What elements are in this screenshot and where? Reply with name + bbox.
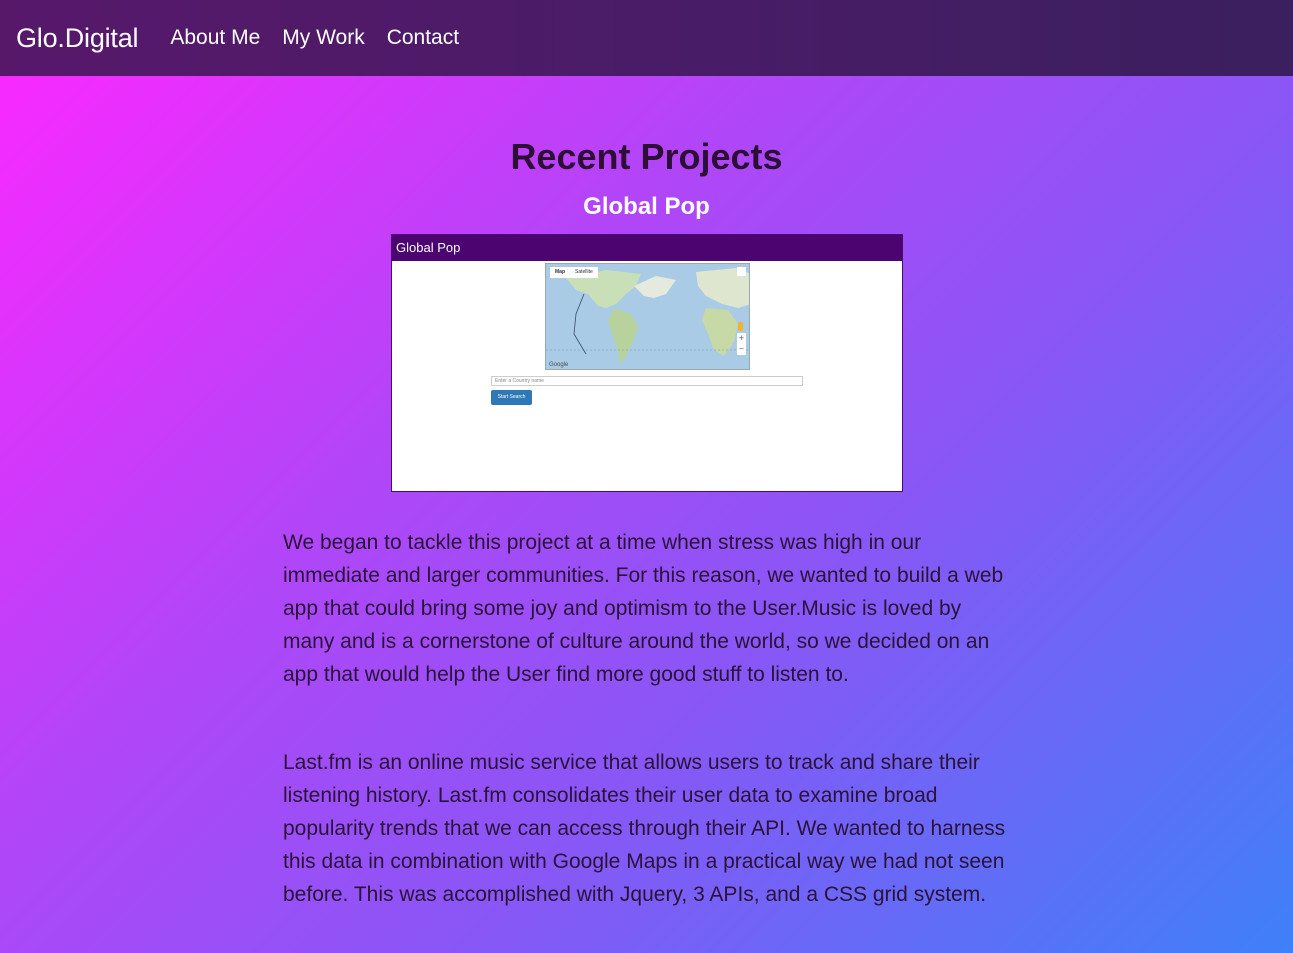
- map-tab-map: Map: [555, 269, 565, 275]
- screenshot-start-search-button: Start Search: [491, 390, 532, 405]
- page-title: Recent Projects: [510, 136, 783, 177]
- project-description-paragraph-1: We began to tackle this project at a tim…: [283, 531, 1004, 686]
- nav-link-my-work[interactable]: My Work: [282, 26, 364, 50]
- fullscreen-icon: [737, 267, 746, 276]
- nav-link-about-me[interactable]: About Me: [170, 26, 260, 50]
- screenshot-map: Map Satellite + − Google: [545, 263, 750, 370]
- project-title: Global Pop: [583, 193, 710, 220]
- world-map-graphic: [546, 264, 749, 369]
- navbar: Glo.Digital About Me My Work Contact: [0, 0, 1293, 76]
- screenshot-window-title: Global Pop: [392, 235, 902, 261]
- zoom-control-icon: + −: [737, 333, 746, 355]
- project-description-paragraph-2: Last.fm is an online music service that …: [283, 751, 1006, 906]
- map-tab-satellite: Satellite: [575, 269, 593, 275]
- map-logo: Google: [549, 362, 569, 368]
- map-type-tabs: Map Satellite: [550, 267, 598, 278]
- screenshot-country-input: Enter a Country name: [491, 376, 803, 386]
- nav-link-contact[interactable]: Contact: [387, 26, 459, 50]
- pegman-icon: [738, 322, 743, 331]
- project-screenshot: Global Pop Map Satellite + − Google Enter…: [391, 234, 903, 492]
- brand-logo[interactable]: Glo.Digital: [16, 23, 139, 54]
